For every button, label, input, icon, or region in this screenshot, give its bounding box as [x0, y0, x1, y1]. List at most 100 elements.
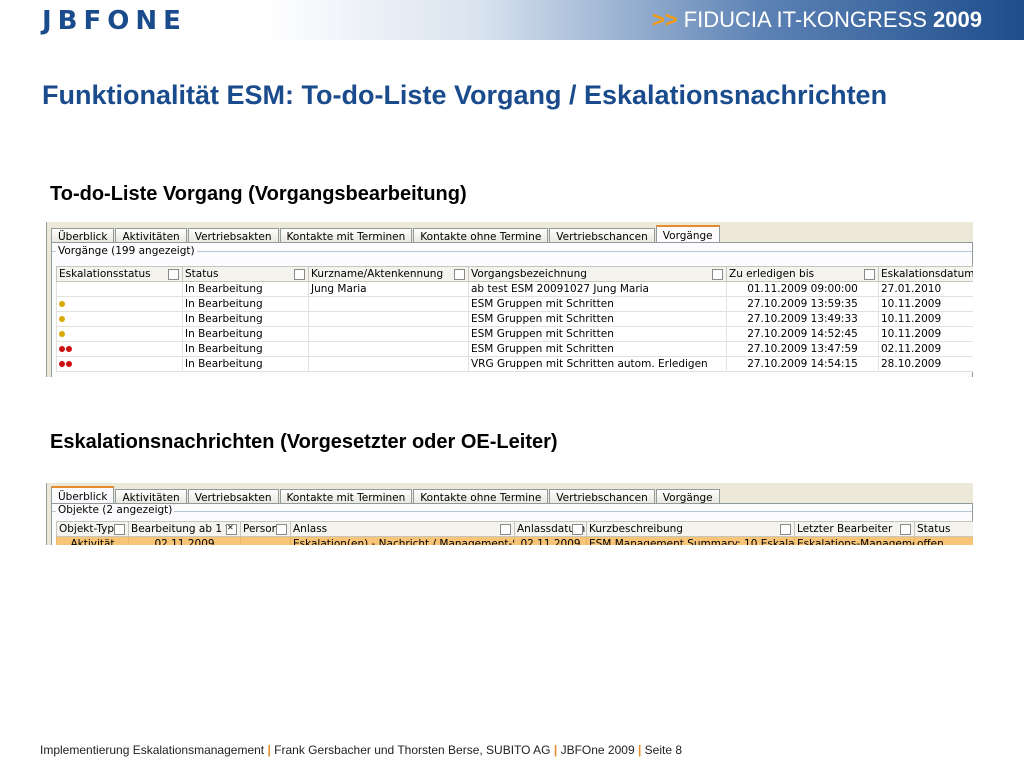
objekte-table: Objekt-Typ Bearbeitung ab 1 ▽ Person Anl… — [56, 521, 973, 545]
col-person[interactable]: Person — [240, 521, 291, 537]
table-header-row: Objekt-Typ Bearbeitung ab 1 ▽ Person Anl… — [56, 521, 973, 537]
todo-content: Vorgänge (199 angezeigt) Eskalationsstat… — [51, 242, 973, 377]
footer-separator: | — [637, 743, 642, 757]
col-status[interactable]: Status — [914, 521, 973, 537]
red-dot-icon — [59, 361, 65, 367]
cell-bezeichnung: ab test ESM 20091027 Jung Maria — [468, 281, 727, 297]
table-row[interactable]: In Bearbeitung ESM Gruppen mit Schritten 2… — [56, 296, 973, 312]
col-kurzbeschreibung[interactable]: Kurzbeschreibung — [586, 521, 795, 537]
footer-event: JBFOne 2009 — [560, 743, 635, 757]
cell-status: In Bearbeitung — [182, 281, 309, 297]
table-row[interactable]: Aktivität 02.11.2009 Eskalation(en) - Nach… — [56, 536, 973, 545]
col-zu-erledigen-bis[interactable]: Zu erledigen bis — [726, 266, 879, 282]
header-bar: JBFONE >> FIDUCIA IT-KONGRESS 2009 — [0, 0, 1024, 40]
col-eskalationsstatus[interactable]: Eskalationsstatus — [56, 266, 183, 282]
cell-kurzname: Jung Maria — [308, 281, 469, 297]
filter-checkbox[interactable] — [114, 524, 125, 535]
cell-status: In Bearbeitung — [182, 311, 309, 327]
footer-authors: Frank Gersbacher und Thorsten Berse, SUB… — [274, 743, 551, 757]
cell-kurzname — [308, 311, 469, 327]
cell-bezeichnung: ESM Gruppen mit Schritten — [468, 326, 727, 342]
escalation-indicator — [56, 296, 183, 312]
cell-bezeichnung: ESM Gruppen mit Schritten — [468, 296, 727, 312]
table-row[interactable]: In Bearbeitung ESM Gruppen mit Schritten 2… — [56, 311, 973, 327]
cell-zu-erledigen: 27.10.2009 13:59:35 — [726, 296, 879, 312]
todo-panel: Überblick Aktivitäten Vertriebsakten Kon… — [46, 222, 973, 377]
cell-eskalationsdatum: 10.11.2009 — [878, 296, 973, 312]
kongress-arrows: >> — [651, 7, 678, 32]
cell-status: In Bearbeitung — [182, 356, 309, 372]
group-label-objekte: Objekte (2 angezeigt) — [56, 504, 175, 516]
vorgaenge-table: Eskalationsstatus Status Kurzname/Aktenk… — [56, 266, 973, 372]
kongress-banner: >> FIDUCIA IT-KONGRESS 2009 — [652, 8, 982, 32]
filter-checkbox[interactable] — [572, 524, 583, 535]
kongress-text: FIDUCIA IT-KONGRESS — [683, 7, 927, 32]
filter-checkbox-checked[interactable] — [226, 523, 237, 535]
cell-kurzname — [308, 356, 469, 372]
filter-checkbox[interactable] — [168, 269, 179, 280]
cell-zu-erledigen: 27.10.2009 13:47:59 — [726, 341, 879, 357]
cell-zu-erledigen: 01.11.2009 09:00:00 — [726, 281, 879, 297]
escalation-indicator — [56, 326, 183, 342]
eskalation-content: Objekte (2 angezeigt) Objekt-Typ Bearbei… — [51, 503, 973, 545]
filter-checkbox[interactable] — [500, 524, 511, 535]
col-status[interactable]: Status — [182, 266, 309, 282]
yellow-dot-icon — [59, 301, 65, 307]
cell-zu-erledigen: 27.10.2009 14:52:45 — [726, 326, 879, 342]
col-letzter-bearbeiter[interactable]: Letzter Bearbeiter — [794, 521, 915, 537]
cell-kurzname — [308, 296, 469, 312]
table-row[interactable]: In Bearbeitung ESM Gruppen mit Schritten 2… — [56, 341, 973, 357]
col-vorgangsbezeichnung[interactable]: Vorgangsbezeichnung — [468, 266, 727, 282]
cell-bearbeitung-ab: 02.11.2009 — [128, 536, 241, 545]
cell-objekt-typ: Aktivität — [56, 536, 129, 545]
col-anlassdatum[interactable]: Anlassdatum — [514, 521, 587, 537]
section-todo-title: To-do-Liste Vorgang (Vorgangsbearbeitung… — [50, 183, 467, 205]
cell-kurzname — [308, 326, 469, 342]
col-kurzname[interactable]: Kurzname/Aktenkennung — [308, 266, 469, 282]
red-dot-icon — [66, 346, 72, 352]
col-objekt-typ[interactable]: Objekt-Typ — [56, 521, 129, 537]
group-divider — [52, 511, 972, 512]
cell-person — [240, 536, 291, 545]
table-row[interactable]: In Bearbeitung Jung Maria ab test ESM 2009… — [56, 281, 973, 297]
filter-checkbox[interactable] — [780, 524, 791, 535]
filter-checkbox[interactable] — [712, 269, 723, 280]
section-eskalation-title: Eskalationsnachrichten (Vorgesetzter ode… — [50, 431, 558, 453]
filter-checkbox[interactable] — [294, 269, 305, 280]
yellow-dot-icon — [59, 316, 65, 322]
filter-checkbox[interactable] — [900, 524, 911, 535]
footer-topic: Implementierung Eskalationsmanagement — [40, 743, 265, 757]
cell-zu-erledigen: 27.10.2009 13:49:33 — [726, 311, 879, 327]
cell-status: In Bearbeitung — [182, 326, 309, 342]
red-dot-icon — [59, 346, 65, 352]
table-row[interactable]: In Bearbeitung VRG Gruppen mit Schritten … — [56, 356, 973, 372]
eskalation-panel: Überblick Aktivitäten Vertriebsakten Kon… — [46, 483, 973, 545]
filter-checkbox[interactable] — [864, 269, 875, 280]
cell-anlassdatum: 02.11.2009 — [514, 536, 587, 545]
footer: Implementierung Eskalationsmanagement | … — [40, 743, 682, 757]
escalation-indicator — [56, 341, 183, 357]
page-title: Funktionalität ESM: To-do-Liste Vorgang … — [42, 80, 888, 110]
table-row[interactable]: In Bearbeitung ESM Gruppen mit Schritten 2… — [56, 326, 973, 342]
escalation-indicator — [56, 356, 183, 372]
escalation-indicator — [56, 281, 183, 297]
cell-kurzbeschreibung: ESM Management Summary: 10 Eskalationen — [586, 536, 795, 545]
footer-separator: | — [267, 743, 271, 757]
col-bearbeitung-ab[interactable]: Bearbeitung ab 1 ▽ — [128, 521, 241, 537]
yellow-dot-icon — [59, 331, 65, 337]
filter-checkbox[interactable] — [276, 524, 287, 535]
cell-anlass: Eskalation(en) - Nachricht / Management-… — [290, 536, 515, 545]
cell-status: In Bearbeitung — [182, 341, 309, 357]
cell-status: offen — [914, 536, 973, 545]
cell-eskalationsdatum: 10.11.2009 — [878, 326, 973, 342]
filter-checkbox[interactable] — [454, 269, 465, 280]
col-anlass[interactable]: Anlass — [290, 521, 515, 537]
cell-status: In Bearbeitung — [182, 296, 309, 312]
escalation-indicator — [56, 311, 183, 327]
cell-eskalationsdatum: 28.10.2009 — [878, 356, 973, 372]
kongress-year: 2009 — [933, 7, 982, 32]
cell-zu-erledigen: 27.10.2009 14:54:15 — [726, 356, 879, 372]
col-eskalationsdatum[interactable]: Eskalationsdatum — [878, 266, 973, 282]
cell-bezeichnung: ESM Gruppen mit Schritten — [468, 341, 727, 357]
table-header-row: Eskalationsstatus Status Kurzname/Aktenk… — [56, 266, 973, 282]
